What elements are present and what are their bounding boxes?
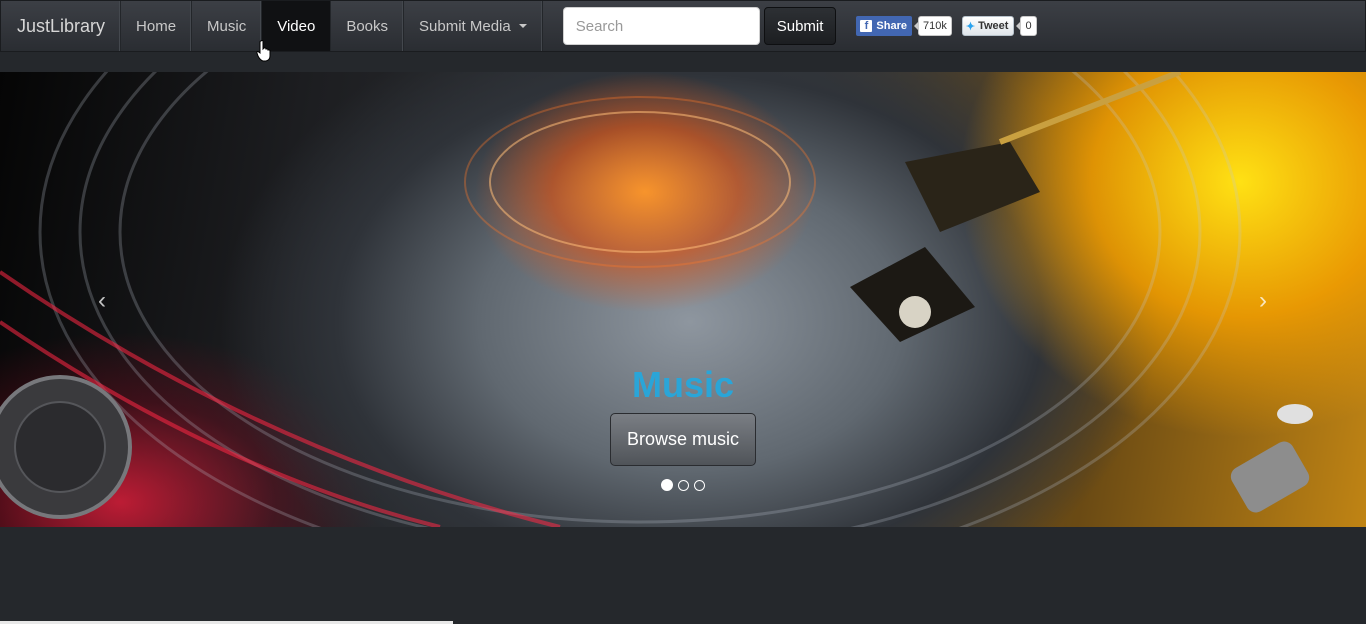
carousel-indicator-3[interactable] <box>694 480 705 491</box>
nav-item-video[interactable]: Video <box>262 1 332 51</box>
search-input[interactable] <box>562 7 760 45</box>
top-navbar: JustLibrary Home Music Video Books Submi… <box>0 0 1366 52</box>
main-nav: Home Music Video Books Submit Media <box>121 1 543 51</box>
carousel-indicator-1[interactable] <box>661 479 673 491</box>
facebook-share-count: 710k <box>914 16 952 36</box>
tweet-label: Tweet <box>978 20 1009 32</box>
carousel-caption-title: Music <box>631 364 735 405</box>
hand-pointer-icon <box>256 40 271 62</box>
twitter-bird-icon: ✦ <box>965 20 976 33</box>
nav-item-books[interactable]: Books <box>331 1 405 51</box>
search-form: Submit <box>562 1 837 51</box>
facebook-share-label: Share <box>876 20 907 32</box>
submit-button[interactable]: Submit <box>763 7 837 45</box>
nav-item-submit-media-label: Submit Media <box>419 17 511 35</box>
carousel-prev-icon[interactable]: ‹ <box>87 287 117 315</box>
browse-music-button[interactable]: Browse music <box>610 413 756 466</box>
caret-down-icon <box>518 24 527 28</box>
tweet-button[interactable]: ✦ Tweet <box>961 16 1015 36</box>
hero-carousel: ‹ › Music Browse music <box>0 72 1366 527</box>
facebook-share-button[interactable]: f Share <box>856 16 912 36</box>
brand-logo[interactable]: JustLibrary <box>1 1 122 51</box>
carousel-indicators <box>661 479 705 491</box>
carousel-indicator-2[interactable] <box>678 480 689 491</box>
social-buttons: f Share 710k ✦ Tweet 0 <box>856 1 1037 51</box>
tweet-count: 0 <box>1016 16 1037 36</box>
nav-item-home[interactable]: Home <box>121 1 193 51</box>
facebook-icon: f <box>860 20 873 32</box>
carousel-next-icon[interactable]: › <box>1248 287 1278 315</box>
nav-item-submit-media[interactable]: Submit Media <box>404 1 543 51</box>
nav-item-music[interactable]: Music <box>192 1 263 51</box>
